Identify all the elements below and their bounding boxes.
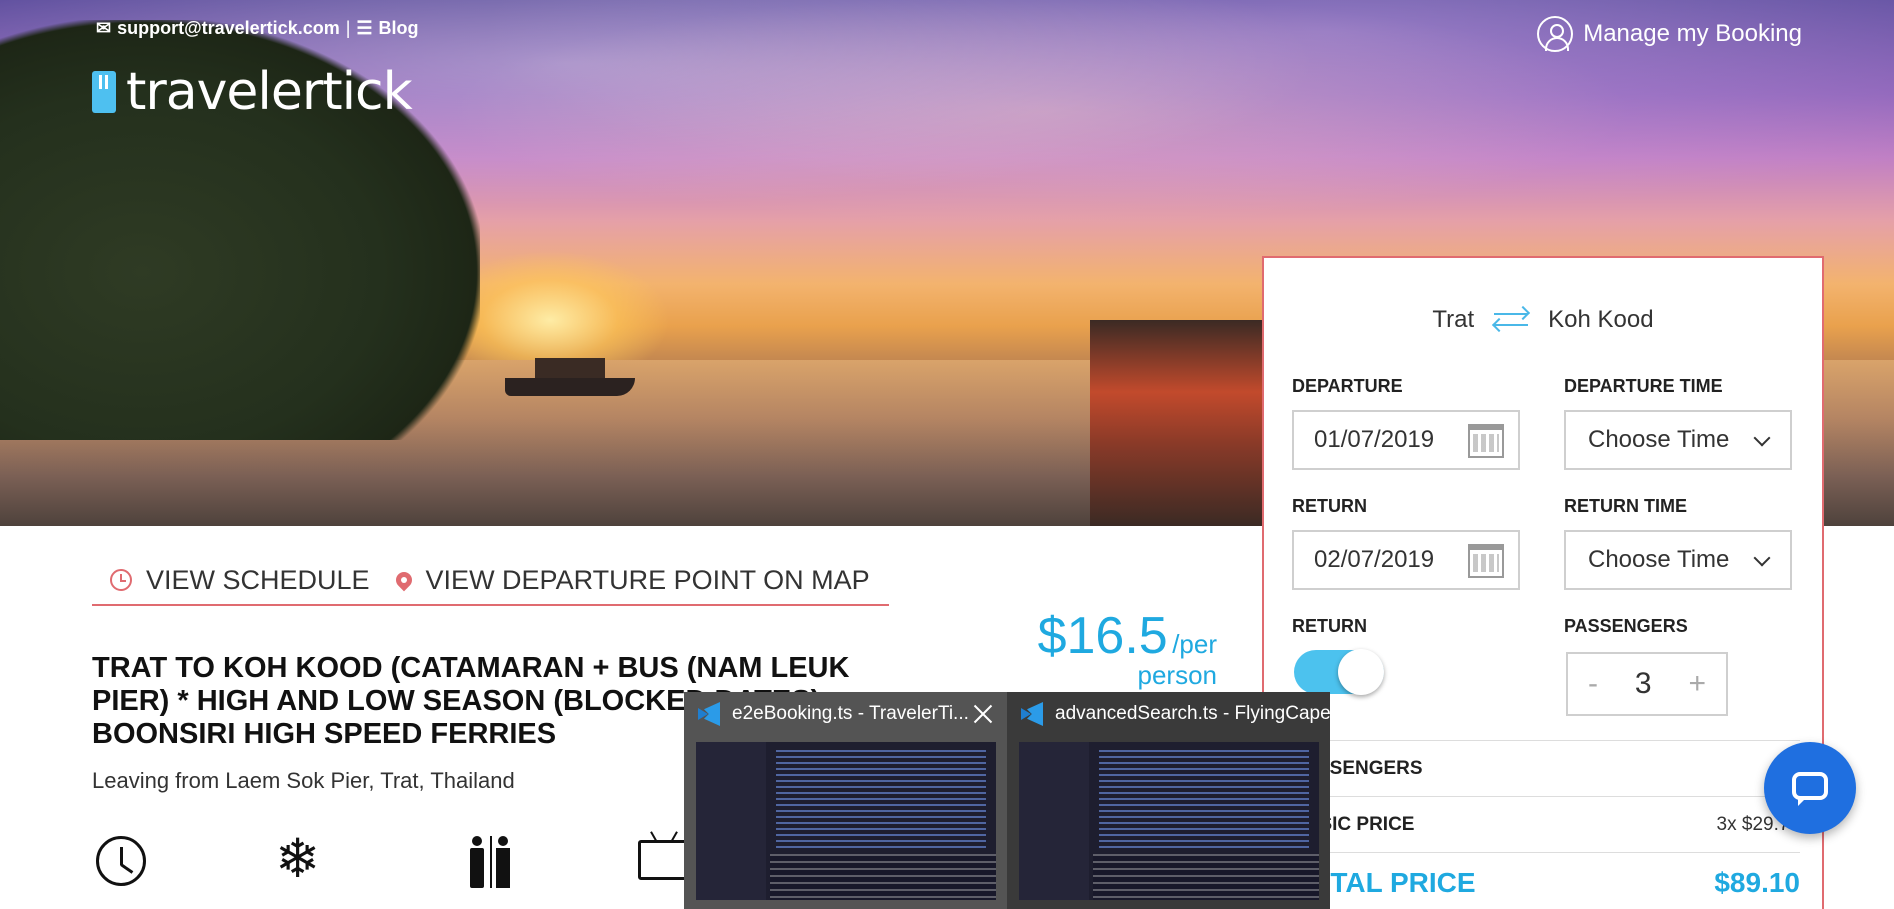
departure-time-label: DEPARTURE TIME [1564, 376, 1723, 396]
taskbar-window-thumbnail[interactable]: e2eBooking.ts - TravelerTi... [684, 692, 1007, 909]
rss-icon: ☰ [356, 18, 373, 38]
return-label: RETURN [1292, 496, 1367, 516]
logo-mark-icon [92, 71, 116, 113]
duration-clock-icon [96, 836, 146, 886]
mail-icon: ✉ [96, 18, 112, 38]
swap-route-icon[interactable] [1492, 305, 1531, 333]
basic-price-row: BASIC PRICE 3x $29.70 [1292, 796, 1800, 852]
return-date-value: 02/07/2019 [1314, 546, 1435, 573]
support-email-link[interactable]: support@travelertick.com [117, 18, 340, 39]
return-time-select[interactable]: Choose Time [1564, 530, 1792, 590]
departure-date-input[interactable]: 01/07/2019 [1292, 410, 1520, 470]
brand-logo[interactable]: travelertick [92, 62, 413, 122]
chat-bubble-icon [1792, 772, 1828, 800]
view-map-label: VIEW DEPARTURE POINT ON MAP [425, 564, 870, 595]
price-per-person: $16.5 /per person [1020, 606, 1217, 691]
manage-booking-link[interactable]: Manage my Booking [1537, 16, 1802, 52]
user-icon [1537, 16, 1574, 52]
return-time-value: Choose Time [1588, 546, 1730, 573]
air-conditioning-icon: ❄ [275, 829, 321, 889]
small-boat [505, 350, 635, 396]
passengers-stepper: - 3 + [1566, 652, 1728, 716]
passengers-label: PASSENGERS [1564, 616, 1688, 636]
chat-button[interactable] [1764, 742, 1856, 834]
close-icon[interactable] [971, 702, 995, 726]
ferry-deck [1090, 320, 1270, 526]
calendar-icon[interactable] [1468, 544, 1504, 578]
departure-time-value: Choose Time [1588, 426, 1730, 453]
contact-bar: ✉ support@travelertick.com | ☰ Blog [96, 18, 419, 39]
chevron-down-icon [1753, 549, 1771, 567]
total-price-row: TOTAL PRICE $89.10 [1292, 852, 1800, 909]
window-preview-image [1019, 742, 1319, 900]
price-per: /per [1172, 629, 1217, 659]
vscode-icon [1021, 702, 1043, 726]
passengers-count[interactable]: 3 [1635, 667, 1652, 701]
route: Trat Koh Kood [1264, 305, 1822, 334]
taskbar-preview: e2eBooking.ts - TravelerTi... advancedSe… [684, 692, 1330, 909]
passengers-summary-row: PASSENGERS 3 [1292, 740, 1800, 796]
price-amount: $16.5 [1037, 607, 1168, 665]
return-toggle-label: RETURN [1292, 616, 1367, 636]
toggle-knob [1338, 649, 1384, 695]
brand-name: travelertick [126, 62, 413, 122]
tv-icon [638, 840, 690, 880]
taskbar-window-thumbnail[interactable]: advancedSearch.ts - FlyingCape... [1007, 692, 1330, 909]
leaving-from: Leaving from Laem Sok Pier, Trat, Thaila… [92, 768, 515, 793]
departure-date-value: 01/07/2019 [1314, 426, 1435, 453]
window-preview-image [696, 742, 996, 900]
departure-time-select[interactable]: Choose Time [1564, 410, 1792, 470]
window-title: advancedSearch.ts - FlyingCape... [1055, 703, 1330, 724]
separator: | [345, 18, 351, 38]
trip-links: VIEW SCHEDULE VIEW DEPARTURE POINT ON MA… [92, 556, 889, 606]
vscode-icon [698, 702, 720, 726]
return-date-input[interactable]: 02/07/2019 [1292, 530, 1520, 590]
calendar-icon[interactable] [1468, 424, 1504, 458]
booking-panel: Trat Koh Kood DEPARTURE 01/07/2019 DEPAR… [1262, 256, 1824, 909]
return-toggle[interactable] [1294, 649, 1384, 695]
clock-icon [110, 569, 132, 591]
manage-booking-label: Manage my Booking [1583, 20, 1802, 47]
window-title-bar: advancedSearch.ts - FlyingCape... [1007, 692, 1330, 736]
route-to: Koh Kood [1548, 306, 1654, 333]
view-schedule-label: VIEW SCHEDULE [146, 564, 370, 595]
route-from: Trat [1432, 306, 1475, 333]
view-map-link[interactable]: VIEW DEPARTURE POINT ON MAP [392, 564, 870, 596]
decrease-button[interactable]: - [1588, 667, 1598, 701]
increase-button[interactable]: + [1688, 667, 1706, 701]
blog-link[interactable]: Blog [379, 18, 419, 39]
window-title: e2eBooking.ts - TravelerTi... [732, 703, 969, 724]
return-time-label: RETURN TIME [1564, 496, 1687, 516]
toilet-icon [470, 836, 514, 888]
departure-label: DEPARTURE [1292, 376, 1403, 396]
total-price-value: $89.10 [1714, 866, 1800, 898]
map-pin-icon [392, 568, 415, 592]
window-title-bar: e2eBooking.ts - TravelerTi... [684, 692, 1007, 736]
chevron-down-icon [1753, 429, 1771, 447]
view-schedule-link[interactable]: VIEW SCHEDULE [110, 565, 370, 596]
